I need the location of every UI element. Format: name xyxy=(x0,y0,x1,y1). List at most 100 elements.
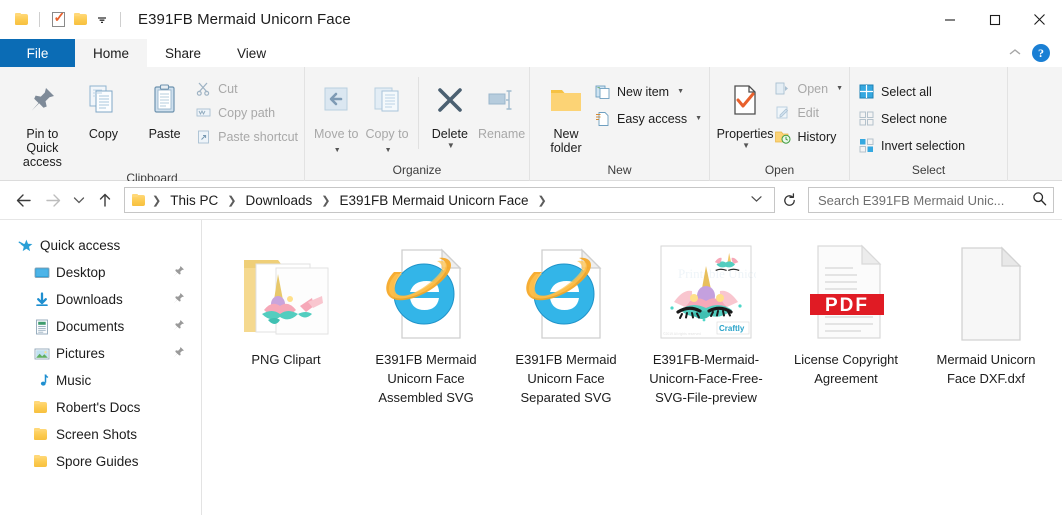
music-icon xyxy=(34,373,56,389)
delete-button[interactable]: Delete ▼ xyxy=(425,73,474,150)
sidebar-item-pictures[interactable]: Pictures xyxy=(0,340,201,367)
address-bar: ❯ This PC ❯ Downloads ❯ E391FB Mermaid U… xyxy=(0,181,1062,219)
sidebar-item-downloads[interactable]: Downloads xyxy=(0,286,201,313)
window-title: E391FB Mermaid Unicorn Face xyxy=(138,11,351,28)
recent-locations-button[interactable] xyxy=(68,185,90,215)
tab-home[interactable]: Home xyxy=(75,39,148,67)
copy-to-button[interactable]: Copy to ▼ xyxy=(362,73,413,158)
sidebar-label: Desktop xyxy=(56,265,106,280)
chevron-down-icon[interactable] xyxy=(747,194,770,206)
properties-icon xyxy=(729,77,761,123)
paste-button[interactable]: Paste xyxy=(134,73,195,141)
ribbon-filler xyxy=(1007,67,1062,181)
breadcrumb-item-downloads[interactable]: Downloads xyxy=(243,193,314,208)
select-none-label: Select none xyxy=(881,111,948,126)
pin-icon[interactable] xyxy=(172,292,185,308)
new-item-button[interactable]: New item ▼ xyxy=(594,81,708,102)
up-button[interactable] xyxy=(90,185,120,215)
properties-icon[interactable] xyxy=(47,9,69,31)
forward-button[interactable] xyxy=(38,185,68,215)
delete-label: Delete xyxy=(431,127,468,141)
folder-thumbnail-icon xyxy=(238,238,334,342)
sidebar-label: Music xyxy=(56,373,92,388)
properties-button[interactable]: Properties ▼ xyxy=(716,73,775,150)
search-input[interactable]: Search E391FB Mermaid Unic... xyxy=(818,193,1032,208)
easy-access-label: Easy access xyxy=(617,111,688,126)
rename-icon xyxy=(486,77,518,123)
select-none-icon xyxy=(858,110,875,127)
chevron-down-icon: ▼ xyxy=(695,115,703,122)
copy-path-button[interactable]: Copy path xyxy=(195,102,304,123)
window-controls xyxy=(927,0,1062,39)
ribbon-group-organize: Move to ▼ Copy to ▼ Delete ▼ Rename Orga… xyxy=(304,67,529,181)
history-button[interactable]: History xyxy=(774,126,849,147)
properties-label: Properties xyxy=(716,127,774,141)
group-label-select: Select xyxy=(911,163,946,177)
open-button[interactable]: Open ▼ xyxy=(774,78,849,99)
pin-icon[interactable] xyxy=(172,346,185,362)
edit-button[interactable]: Edit xyxy=(774,102,849,123)
new-folder-icon[interactable] xyxy=(69,9,91,31)
maximize-button[interactable] xyxy=(972,0,1017,39)
divider xyxy=(39,12,40,27)
copy-path-label: Copy path xyxy=(218,105,276,120)
chevron-down-icon: ▼ xyxy=(836,85,843,92)
folder-icon[interactable] xyxy=(10,9,32,31)
chevron-up-icon[interactable] xyxy=(1008,46,1022,60)
pin-to-quick-access-label: Pin to Quick access xyxy=(22,127,62,169)
paste-icon xyxy=(148,77,182,123)
breadcrumb-item-this-pc[interactable]: This PC xyxy=(168,193,220,208)
minimize-button[interactable] xyxy=(927,0,972,39)
breadcrumb[interactable]: ❯ This PC ❯ Downloads ❯ E391FB Mermaid U… xyxy=(124,187,775,213)
rename-button[interactable]: Rename xyxy=(474,73,529,141)
search-icon[interactable] xyxy=(1032,191,1047,209)
tab-view[interactable]: View xyxy=(219,39,284,67)
paste-shortcut-button[interactable]: Paste shortcut xyxy=(195,126,304,147)
list-item[interactable]: PNG Clipart xyxy=(216,234,356,407)
tab-share[interactable]: Share xyxy=(147,39,219,67)
edit-label: Edit xyxy=(797,105,820,120)
star-icon xyxy=(18,238,40,254)
help-button[interactable]: ? xyxy=(1032,44,1050,62)
pin-to-quick-access-button[interactable]: Pin to Quick access xyxy=(12,73,73,169)
edit-icon xyxy=(774,104,791,121)
file-name: PNG Clipart xyxy=(251,352,321,367)
sidebar-item-documents[interactable]: Documents xyxy=(0,313,201,340)
easy-access-button[interactable]: Easy access ▼ xyxy=(594,108,708,129)
sidebar-item-spore-guides[interactable]: Spore Guides xyxy=(0,448,201,475)
sidebar-item-music[interactable]: Music xyxy=(0,367,201,394)
breadcrumb-item-current[interactable]: E391FB Mermaid Unicorn Face xyxy=(337,193,530,208)
svg-text:Craftly: Craftly xyxy=(719,324,745,333)
select-all-button[interactable]: Select all xyxy=(858,81,971,102)
select-none-button[interactable]: Select none xyxy=(858,108,971,129)
sidebar-item-quick-access[interactable]: Quick access xyxy=(0,232,201,259)
copy-button[interactable]: Copy xyxy=(73,73,134,141)
copy-icon xyxy=(86,77,120,123)
file-name: E391FB Mermaid Unicorn Face Assembled SV… xyxy=(375,352,477,405)
close-button[interactable] xyxy=(1017,0,1062,39)
move-to-button[interactable]: Move to ▼ xyxy=(311,73,362,158)
list-item[interactable]: Printable Unicorn xyxy=(636,234,776,407)
back-button[interactable] xyxy=(8,185,38,215)
chevron-down-icon[interactable] xyxy=(91,9,113,31)
folder-icon xyxy=(34,428,56,441)
pin-icon[interactable] xyxy=(172,319,185,335)
pin-icon[interactable] xyxy=(172,265,185,281)
chevron-down-icon: ▼ xyxy=(677,88,685,95)
invert-selection-button[interactable]: Invert selection xyxy=(858,135,971,156)
search-box[interactable]: Search E391FB Mermaid Unic... xyxy=(808,187,1054,213)
list-item[interactable]: Mermaid Unicorn Face DXF.dxf xyxy=(916,234,1056,407)
refresh-button[interactable] xyxy=(776,187,802,213)
new-folder-button[interactable]: New folder xyxy=(538,73,594,155)
file-list-view[interactable]: PNG Clipart E391FB Mermaid Unicorn Face … xyxy=(202,220,1062,515)
sidebar-item-screen-shots[interactable]: Screen Shots xyxy=(0,421,201,448)
tab-file[interactable]: File xyxy=(0,39,75,67)
cut-button[interactable]: Cut xyxy=(195,78,304,99)
sidebar-item-roberts-docs[interactable]: Robert's Docs xyxy=(0,394,201,421)
list-item[interactable]: PDF License Copyright Agreement xyxy=(776,234,916,407)
list-item[interactable]: E391FB Mermaid Unicorn Face Separated SV… xyxy=(496,234,636,407)
new-folder-label: New folder xyxy=(550,127,582,155)
new-folder-icon xyxy=(548,77,584,123)
sidebar-item-desktop[interactable]: Desktop xyxy=(0,259,201,286)
list-item[interactable]: E391FB Mermaid Unicorn Face Assembled SV… xyxy=(356,234,496,407)
